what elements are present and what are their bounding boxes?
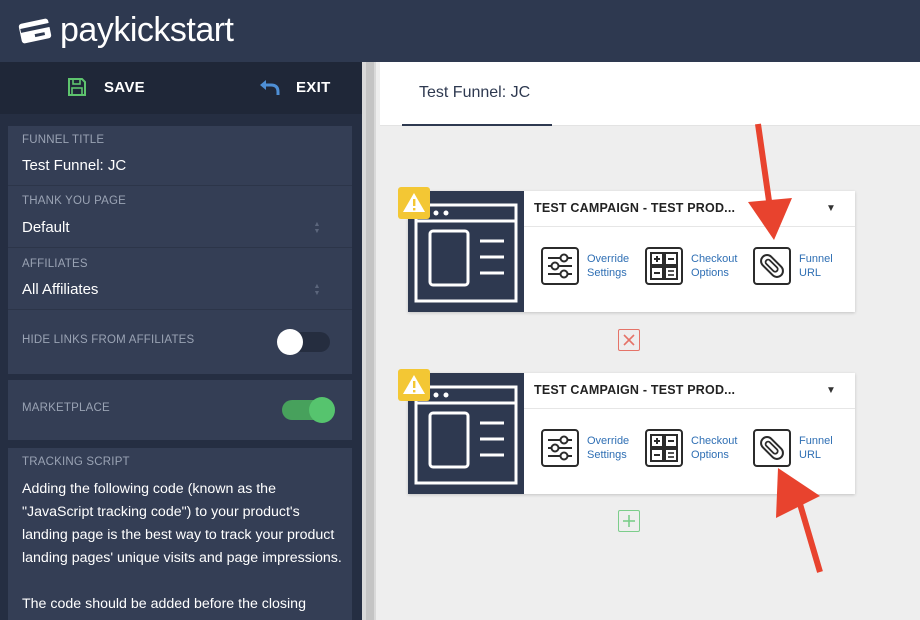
action-label-line: URL — [799, 267, 822, 279]
checkout-options-label: Checkout Options — [691, 434, 751, 462]
save-label: SAVE — [104, 78, 145, 96]
divider — [524, 226, 855, 227]
delete-step-button[interactable] — [618, 329, 640, 351]
action-label-line: Override — [587, 253, 630, 265]
save-button[interactable]: SAVE — [66, 76, 145, 98]
sidebar-toolbar: SAVE EXIT — [0, 62, 362, 114]
top-bar: paykickstart — [0, 0, 920, 62]
override-settings-label: Override Settings — [587, 252, 647, 280]
action-label-line: Settings — [587, 449, 627, 461]
warning-triangle-icon[interactable] — [398, 369, 430, 401]
funnel-settings-panel: FUNNEL TITLE Test Funnel: JC THANK YOU P… — [8, 126, 352, 374]
step-title: TEST CAMPAIGN - TEST PROD... — [534, 201, 736, 215]
checkout-options-button[interactable]: Checkout Options — [645, 429, 751, 467]
exit-label: EXIT — [296, 78, 331, 96]
tab-funnel[interactable]: Test Funnel: JC — [402, 62, 552, 126]
funnel-canvas: Test Funnel: JC — [380, 62, 920, 620]
tracking-script-description: Adding the following code (known as the … — [22, 478, 342, 616]
annotation-arrow-up — [776, 468, 823, 573]
override-settings-button[interactable]: Override Settings — [541, 247, 647, 285]
logo-text-rest: kickstart — [113, 11, 234, 49]
toggle-knob — [309, 397, 335, 423]
paperclip-link-icon — [753, 247, 791, 285]
add-step-button[interactable] — [618, 510, 640, 532]
tracking-script-label: TRACKING SCRIPT — [22, 456, 130, 468]
exit-button[interactable]: EXIT — [258, 76, 331, 98]
funnel-title-label: FUNNEL TITLE — [22, 134, 105, 146]
marketplace-label: MARKETPLACE — [22, 402, 110, 414]
divider — [8, 247, 352, 248]
action-label-line: Settings — [587, 267, 627, 279]
marketplace-toggle[interactable] — [282, 397, 335, 423]
checkout-options-label: Checkout Options — [691, 252, 751, 280]
checkout-options-button[interactable]: Checkout Options — [645, 247, 751, 285]
select-arrows-icon: ▲ ▼ — [313, 221, 321, 235]
select-arrows-icon: ▲ ▼ — [313, 283, 321, 297]
sidebar: SAVE EXIT FUNNEL TITLE Test Funnel: JC T… — [0, 62, 362, 620]
chevron-down-icon[interactable]: ▼ — [826, 385, 836, 396]
step-title: TEST CAMPAIGN - TEST PROD... — [534, 383, 736, 397]
sidebar-scrollbar-thumb[interactable] — [366, 62, 374, 620]
tracking-script-panel: TRACKING SCRIPT Adding the following cod… — [8, 448, 352, 620]
tracking-text-paragraph: Adding the following code (known as the … — [22, 481, 342, 566]
logo-text: paykickstart — [60, 12, 234, 48]
divider — [524, 408, 855, 409]
action-label-line: Funnel — [799, 435, 833, 447]
override-settings-label: Override Settings — [587, 434, 647, 462]
main-header: Test Funnel: JC — [380, 62, 920, 126]
logo[interactable]: paykickstart — [18, 12, 234, 48]
logo-text-bold: pay — [60, 11, 114, 49]
sliders-icon — [541, 429, 579, 467]
action-label-line: Checkout — [691, 435, 738, 447]
action-label-line: Override — [587, 435, 630, 447]
affiliates-label: AFFILIATES — [22, 258, 88, 270]
thank-you-page-label: THANK YOU PAGE — [22, 195, 126, 207]
annotation-arrow-down — [748, 123, 792, 240]
override-settings-button[interactable]: Override Settings — [541, 429, 647, 467]
divider — [8, 185, 352, 186]
tracking-text-paragraph-2: The code should be added before the clos… — [22, 596, 306, 612]
thank-you-page-select[interactable]: Default — [22, 219, 70, 236]
toggle-knob — [277, 329, 303, 355]
tab-funnel-label: Test Funnel: JC — [419, 84, 531, 101]
chevron-down-icon[interactable]: ▼ — [826, 203, 836, 214]
floppy-disk-icon — [66, 76, 88, 98]
close-icon — [623, 334, 635, 346]
undo-arrow-icon — [258, 76, 280, 98]
calculator-grid-icon — [645, 429, 683, 467]
hide-links-label: HIDE LINKS FROM AFFILIATES — [22, 334, 195, 346]
warning-triangle-icon[interactable] — [398, 187, 430, 219]
divider — [8, 309, 352, 310]
marketplace-panel: MARKETPLACE — [8, 380, 352, 440]
plus-icon — [623, 515, 635, 527]
funnel-title-input[interactable]: Test Funnel: JC — [22, 157, 126, 174]
funnel-url-button[interactable]: Funnel URL — [753, 247, 859, 285]
affiliates-select[interactable]: All Affiliates — [22, 281, 98, 298]
action-label-line: Funnel — [799, 253, 833, 265]
funnel-url-label: Funnel URL — [799, 434, 859, 462]
calculator-grid-icon — [645, 247, 683, 285]
action-label-line: Checkout — [691, 253, 738, 265]
action-label-line: Options — [691, 449, 729, 461]
action-label-line: Options — [691, 267, 729, 279]
hide-links-toggle[interactable] — [277, 329, 330, 355]
credit-card-icon — [18, 15, 54, 45]
funnel-url-label: Funnel URL — [799, 252, 859, 280]
sliders-icon — [541, 247, 579, 285]
